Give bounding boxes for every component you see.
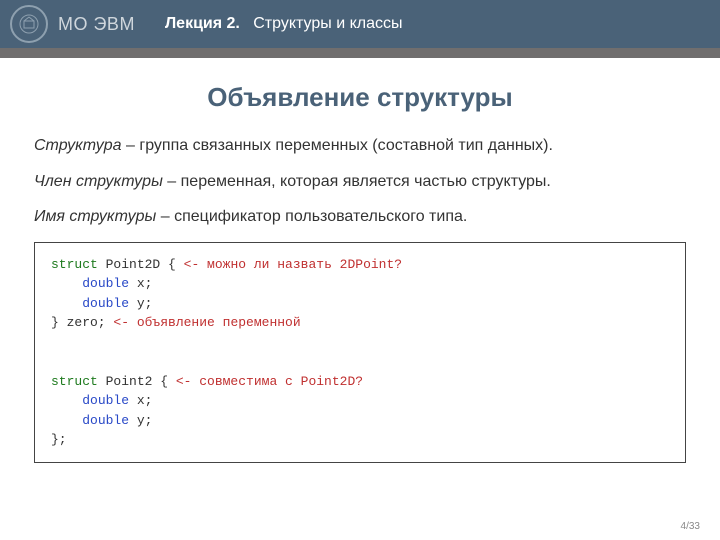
code-comment: <- можно ли назвать 2DPoint?: [184, 257, 402, 272]
code-indent: [51, 413, 82, 428]
def-member-text: – переменная, которая является частью ст…: [163, 173, 551, 190]
code-comment: <- совместима с Point2D?: [176, 374, 363, 389]
content-area: Объявление структуры Структура – группа …: [0, 58, 720, 463]
lecture-name: Структуры и классы: [253, 15, 402, 32]
term-structure: Структура: [34, 137, 122, 154]
term-member: Член структуры: [34, 173, 163, 190]
code-text: y;: [129, 296, 152, 311]
definition-member: Член структуры – переменная, которая явл…: [34, 171, 686, 193]
code-text: y;: [129, 413, 152, 428]
code-indent: [51, 276, 82, 291]
org-name: МО ЭВМ: [58, 14, 135, 35]
code-indent: [51, 296, 82, 311]
code-text: } zero;: [51, 315, 113, 330]
code-text: x;: [129, 276, 152, 291]
keyword-struct: struct: [51, 374, 98, 389]
header-strip: [0, 48, 720, 58]
code-comment: <- объявление переменной: [113, 315, 300, 330]
term-name: Имя структуры: [34, 208, 156, 225]
code-text: Point2D {: [98, 257, 184, 272]
def-name-text: – спецификатор пользовательского типа.: [156, 208, 467, 225]
page-number: 4/33: [681, 521, 700, 532]
code-text: x;: [129, 393, 152, 408]
keyword-double: double: [82, 296, 129, 311]
keyword-double: double: [82, 276, 129, 291]
slide-title: Объявление структуры: [34, 82, 686, 113]
code-indent: [51, 393, 82, 408]
keyword-struct: struct: [51, 257, 98, 272]
definition-name: Имя структуры – спецификатор пользовател…: [34, 206, 686, 228]
lecture-prefix: Лекция 2.: [165, 15, 240, 32]
code-text: Point2 {: [98, 374, 176, 389]
keyword-double: double: [82, 393, 129, 408]
header-bar: МО ЭВМ Лекция 2. Структуры и классы: [0, 0, 720, 48]
definition-structure: Структура – группа связанных переменных …: [34, 135, 686, 157]
lecture-title: Лекция 2. Структуры и классы: [165, 15, 403, 33]
org-logo: [10, 5, 48, 43]
def-structure-text: – группа связанных переменных (составной…: [122, 137, 553, 154]
keyword-double: double: [82, 413, 129, 428]
code-example: struct Point2D { <- можно ли назвать 2DP…: [34, 242, 686, 463]
code-text: };: [51, 432, 67, 447]
